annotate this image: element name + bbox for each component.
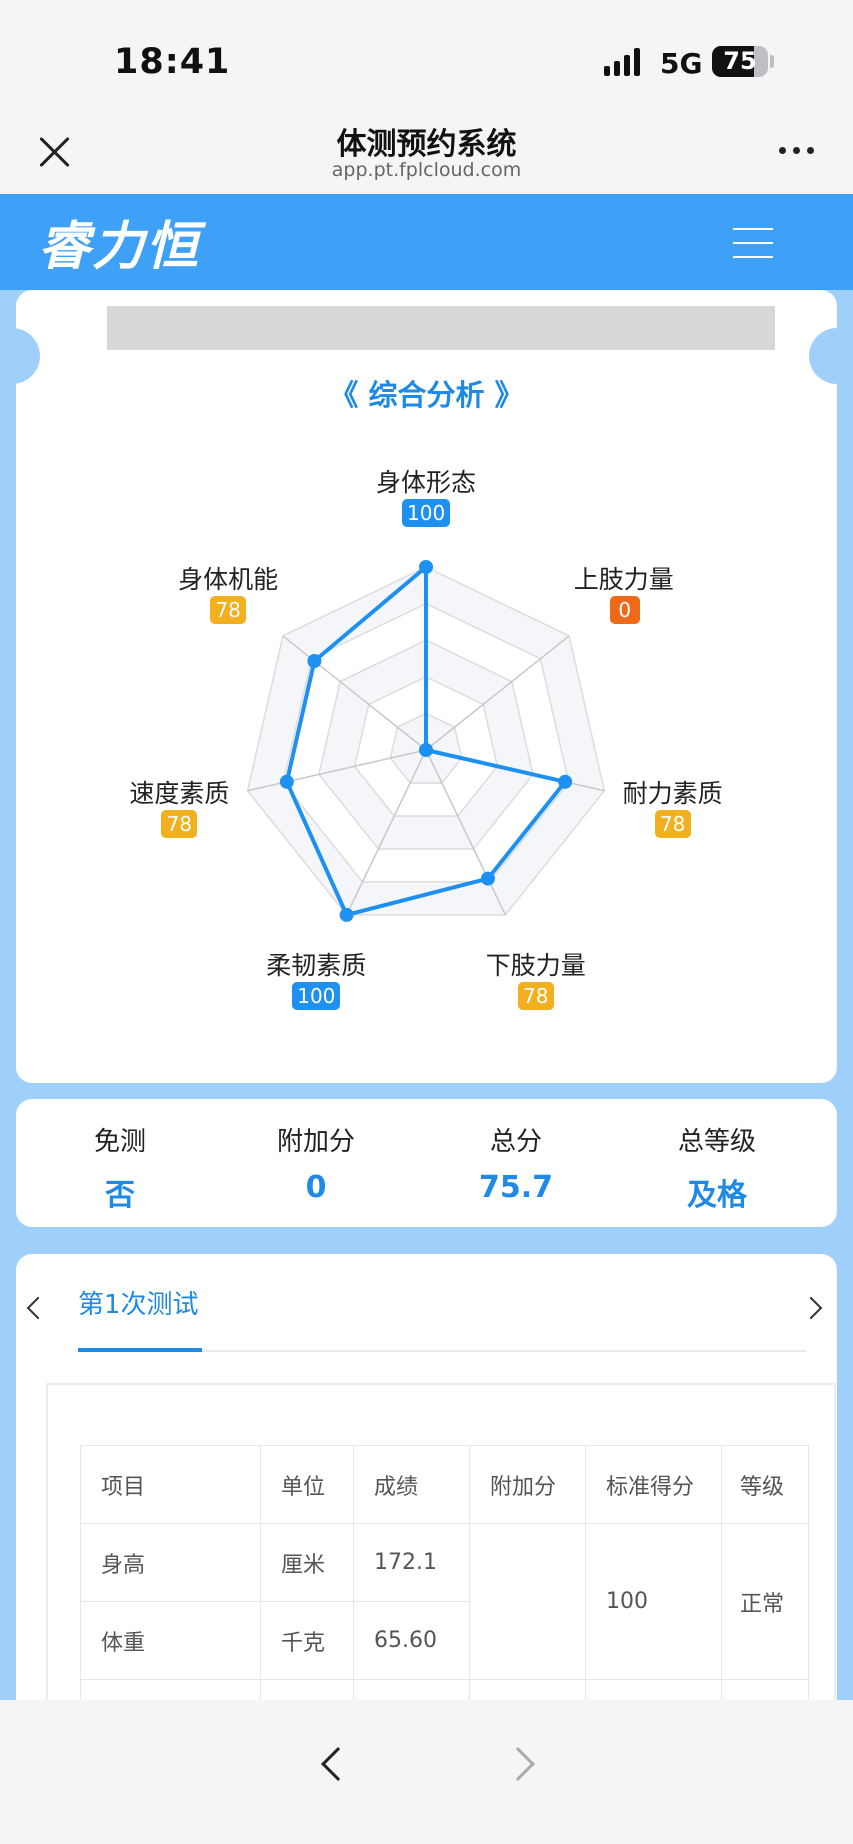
radar-value-badge: 78: [161, 810, 198, 839]
status-time: 18:41: [114, 42, 231, 82]
radar-axis-label: 上肢力量: [573, 565, 674, 595]
back-icon[interactable]: [321, 1747, 355, 1781]
radar-value-badge: 100: [402, 499, 450, 527]
prev-test-icon[interactable]: [26, 1296, 50, 1320]
cell-unit: 千克: [260, 1601, 354, 1680]
battery-icon: 75: [712, 46, 768, 77]
radar-point: [558, 774, 573, 789]
signal-icon: [604, 48, 640, 76]
network-type: 5G: [660, 47, 703, 80]
header-level: 等级: [721, 1445, 809, 1524]
radar-value-badge: 78: [654, 810, 691, 839]
next-test-icon[interactable]: [799, 1296, 823, 1320]
more-icon[interactable]: [779, 147, 814, 154]
browser-bar: 体测预约系统 app.pt.fplcloud.com: [0, 105, 853, 194]
battery-tip: [770, 55, 774, 68]
cell-level: 正常: [721, 1523, 809, 1680]
browser-title: 体测预约系统: [336, 127, 517, 162]
app-header: 睿力恒: [0, 194, 853, 290]
status-bar: 18:41 5G 75: [0, 0, 853, 105]
radar-chart: [246, 560, 606, 922]
radar-value-badge: 0: [609, 596, 640, 625]
radar-value-badge: 100: [292, 981, 341, 1010]
battery-level: 75: [723, 47, 757, 75]
cell-unit: 厘米: [260, 1523, 354, 1602]
tests-card: 第1次测试 项目 单位 成绩 附加分 标准得分 等级 身高 厘米 172.1 1…: [16, 1254, 837, 1700]
radar-value-badge: 78: [517, 981, 554, 1010]
header-result: 成绩: [353, 1445, 470, 1524]
cell-item: 身高: [80, 1523, 261, 1602]
radar-point: [419, 743, 433, 757]
header-bonus: 附加分: [469, 1445, 586, 1524]
score-table-card: 项目 单位 成绩 附加分 标准得分 等级 身高 厘米 172.1 100 正常 …: [46, 1383, 836, 1700]
cell-result: 172.1: [353, 1523, 470, 1602]
page-content: 《 综合分析 》 身体形态 100 上肢力量 0 耐力素质 78 下肢力量 78 柔韧素质 100…: [0, 290, 853, 1700]
menu-icon[interactable]: [733, 228, 773, 258]
tab-test-1[interactable]: 第1次测试: [78, 1284, 199, 1321]
header-item: 项目: [80, 1445, 261, 1524]
table-row: [80, 1679, 809, 1700]
radar-axis-label: 速度素质: [129, 779, 230, 809]
header-unit: 单位: [260, 1445, 354, 1524]
cell-bonus: [469, 1523, 586, 1680]
summary-bonus: 附加分 0: [276, 1127, 355, 1205]
table-row: 身高 厘米 172.1 100 正常: [80, 1523, 809, 1680]
browser-bottom-bar: [0, 1700, 853, 1844]
cell-item: 体重: [80, 1601, 261, 1680]
radar-point: [419, 560, 433, 574]
radar-value-badge: 78: [210, 596, 247, 625]
summary-card: 免测 否 附加分 0 总分 75.7 总等级 及格: [16, 1099, 837, 1227]
radar-axis-label: 耐力素质: [622, 779, 723, 809]
cell-result: 65.60: [353, 1601, 470, 1680]
table-header: 项目 单位 成绩 附加分 标准得分 等级: [80, 1445, 809, 1524]
browser-url: app.pt.fplcloud.com: [331, 159, 522, 181]
radar-point: [339, 907, 354, 922]
summary-grade: 总等级 及格: [677, 1127, 756, 1213]
summary-exempt: 免测 否: [93, 1127, 146, 1213]
radar-point: [480, 871, 495, 886]
cell-score: 100: [585, 1523, 722, 1680]
tab-active-indicator: [78, 1348, 202, 1352]
radar-point: [279, 774, 294, 789]
app-logo: 睿力恒: [38, 217, 201, 277]
summary-total: 总分 75.7: [478, 1127, 554, 1205]
score-table: 项目 单位 成绩 附加分 标准得分 等级 身高 厘米 172.1 100 正常 …: [80, 1445, 809, 1700]
forward-icon[interactable]: [501, 1747, 535, 1781]
radar-point: [307, 654, 322, 669]
radar-axis-label: 身体形态: [375, 468, 476, 497]
header-score: 标准得分: [585, 1445, 722, 1524]
radar-axis-label: 身体机能: [178, 565, 279, 595]
radar-axis-label: 柔韧素质: [266, 950, 367, 980]
radar-axis-label: 下肢力量: [485, 950, 586, 980]
